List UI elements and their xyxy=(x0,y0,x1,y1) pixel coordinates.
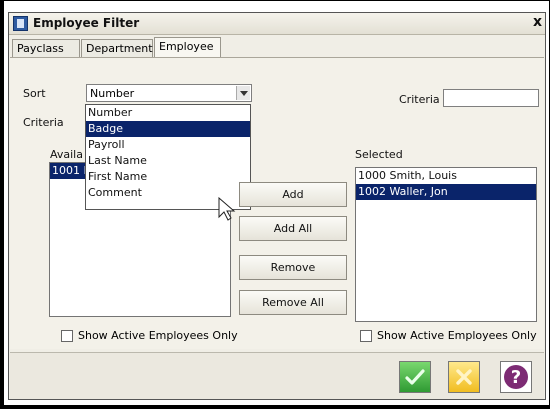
criteria-input[interactable] xyxy=(443,89,539,107)
selected-list-item[interactable]: 1002 Waller, Jon xyxy=(356,184,536,200)
show-active-left-checkbox[interactable]: Show Active Employees Only xyxy=(61,329,241,345)
add-all-button[interactable]: Add All xyxy=(239,216,347,241)
sort-option-badge[interactable]: Badge xyxy=(86,121,250,137)
available-label: Availa xyxy=(50,148,83,161)
help-button[interactable]: ? xyxy=(500,361,532,393)
close-button[interactable]: x xyxy=(533,14,542,30)
checkbox-box[interactable] xyxy=(360,330,372,342)
criteria-right-label: Criteria xyxy=(399,93,440,106)
tab-employee[interactable]: Employee xyxy=(154,37,221,58)
checkbox-box[interactable] xyxy=(61,330,73,342)
cancel-icon xyxy=(456,369,472,385)
sort-option-last-name[interactable]: Last Name xyxy=(86,153,250,169)
sort-options-list[interactable]: Number Badge Payroll Last Name First Nam… xyxy=(85,104,251,210)
tab-bar: Payclass Department Employee xyxy=(9,37,545,58)
dialog-footer: ? xyxy=(10,352,544,399)
mouse-pointer-icon xyxy=(218,197,236,221)
cancel-button[interactable] xyxy=(448,361,480,393)
remove-button[interactable]: Remove xyxy=(239,255,347,280)
criteria-left-label: Criteria xyxy=(23,116,64,129)
help-question-mark: ? xyxy=(511,367,521,388)
employee-filter-panel: Sort Number Criteria Criteria Availa 100… xyxy=(10,57,544,349)
chevron-down-icon[interactable] xyxy=(236,86,250,100)
window-title: Employee Filter xyxy=(33,16,140,30)
sort-label: Sort xyxy=(23,87,46,100)
sort-select[interactable]: Number xyxy=(86,84,252,102)
checkbox-label: Show Active Employees Only xyxy=(377,329,537,342)
employee-filter-window: Employee Filter x Payclass Department Em… xyxy=(8,12,546,400)
sort-option-payroll[interactable]: Payroll xyxy=(86,137,250,153)
add-button[interactable]: Add xyxy=(239,182,347,207)
tab-department[interactable]: Department xyxy=(81,39,153,58)
checkbox-label: Show Active Employees Only xyxy=(78,329,238,342)
show-active-right-checkbox[interactable]: Show Active Employees Only xyxy=(360,329,540,345)
selected-list[interactable]: 1000 Smith, Louis 1002 Waller, Jon xyxy=(355,167,537,322)
selected-list-item[interactable]: 1000 Smith, Louis xyxy=(356,168,536,184)
ok-button[interactable] xyxy=(399,361,431,393)
app-icon xyxy=(13,16,28,31)
selected-label: Selected xyxy=(355,148,403,161)
tab-payclass[interactable]: Payclass xyxy=(12,39,80,58)
title-bar: Employee Filter x xyxy=(9,13,545,35)
remove-all-button[interactable]: Remove All xyxy=(239,290,347,315)
check-icon xyxy=(405,369,425,385)
help-icon: ? xyxy=(504,365,528,389)
sort-option-number[interactable]: Number xyxy=(86,105,250,121)
sort-option-first-name[interactable]: First Name xyxy=(86,169,250,185)
sort-selected-value: Number xyxy=(90,87,135,100)
